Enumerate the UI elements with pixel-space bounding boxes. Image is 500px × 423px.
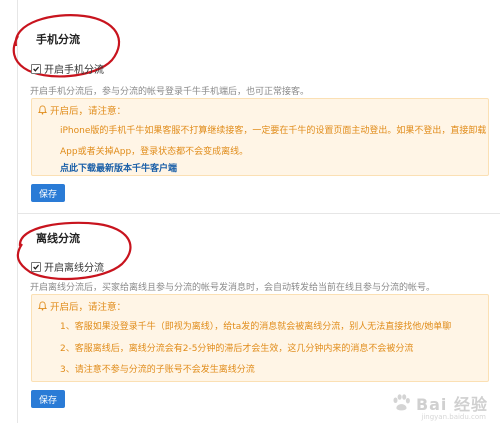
notice-box: 开启后，请注意： iPhone版的手机千牛如果客服不打算继续接客，一定要在千牛的… [31,98,489,176]
mobile-split-section: 手机分流 开启手机分流 开启手机分流后，参与分流的帐号登录千牛手机端后，也可正常… [12,0,494,210]
notice-item: 3、请注意不参与分流的子账号不会发生离线分流 [60,365,255,375]
notice-title: 开启后，请注意： [50,302,127,313]
notice-header: 开启后，请注意： [38,299,126,313]
checkbox-checked-icon[interactable] [31,63,41,74]
notice-box: 开启后，请注意： 1、客服如果没登录千牛（即视为离线），给ta发的消息就会被离线… [31,294,489,382]
section-title: 手机分流 [36,33,80,46]
notice-item: 2、客服离线后，离线分流会有2-5分钟的滞后才会生效，这几分钟内来的消息不会被分… [60,344,414,354]
baidu-jingyan-watermark: Bai 经验 [390,391,488,415]
offline-split-checkbox[interactable]: 开启离线分流 [31,259,104,274]
notice-text: iPhone版的手机千牛如果客服不打算继续接客，一定要在千牛的设置页面主动登出。… [60,126,487,136]
section-description: 开启离线分流后，买家给离线且参与分流的帐号发消息时，会自动转发给当前在线且参与分… [30,283,436,293]
notice-title: 开启后，请注意： [50,106,127,117]
notice-item: 1、客服如果没登录千牛（即视为离线），给ta发的消息就会被离线分流，别人无法直接… [60,322,452,332]
checkbox-label: 开启离线分流 [44,263,104,274]
offline-split-section: 离线分流 开启离线分流 开启离线分流后，买家给离线且参与分流的帐号发消息时，会自… [16,214,494,414]
save-button[interactable]: 保存 [31,184,65,202]
watermark-url: jingyan.baidu.com [421,413,486,421]
section-description: 开启手机分流后，参与分流的帐号登录千牛手机端后，也可正常接客。 [30,87,310,97]
mobile-split-checkbox[interactable]: 开启手机分流 [31,61,104,76]
bell-icon [38,301,47,311]
notice-header: 开启后，请注意： [38,103,126,117]
notice-text: App或者关掉App，登录状态都不会变成离线。 [60,147,249,157]
checkbox-label: 开启手机分流 [44,65,104,76]
watermark-text: Bai 经验 [415,395,488,414]
checkbox-checked-icon[interactable] [31,261,41,272]
download-link[interactable]: 点此下载最新版本千牛客户端 [60,161,177,174]
section-title: 离线分流 [36,232,80,245]
save-button[interactable]: 保存 [31,390,65,408]
bell-icon [38,105,47,115]
paw-logo-icon [393,394,410,411]
